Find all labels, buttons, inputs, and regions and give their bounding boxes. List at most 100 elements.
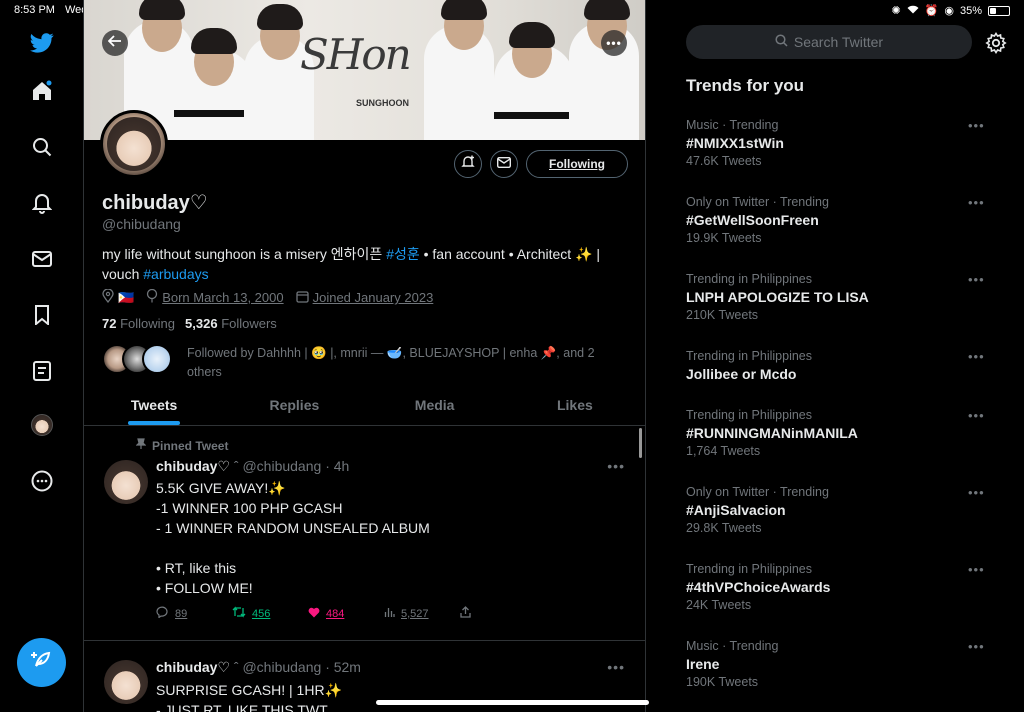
trend-context: Only on Twitter · Trending [686,485,829,499]
bookmark-icon[interactable] [29,302,55,328]
tweet-author-handle[interactable]: @chibudang [242,458,321,474]
reply-button[interactable]: 89 [156,606,232,621]
banner-signature: SHon [300,30,412,79]
trend-context: Trending in Philippines [686,408,813,422]
trend-context: Music · Trending [686,639,779,653]
trend-more-icon[interactable]: ••• [968,118,985,133]
trend-more-icon[interactable]: ••• [968,349,985,364]
profile-avatar[interactable] [100,110,168,178]
followers-count-link[interactable]: 5,326 Followers [185,316,277,331]
bell-plus-icon [461,155,475,174]
trend-item[interactable]: Trending in Philippines LNPH APOLOGIZE TO… [686,272,986,322]
trend-name: #4thVPChoiceAwards [686,579,831,595]
search-input[interactable]: Search Twitter [794,34,883,50]
more-dots-icon: ••• [606,36,622,50]
trend-item[interactable]: Music · Trending #NMIXX1stWin 47.6K Tweets… [686,118,986,168]
hashtag-link[interactable]: #arbudays [143,266,208,282]
trend-context: Trending in Philippines [686,272,813,286]
location-pin-icon [102,288,114,306]
trend-name: #GetWellSoonFreen [686,212,819,228]
back-button[interactable] [102,30,128,56]
heart-icon [308,607,320,621]
tweet-time[interactable]: · 4h [325,458,349,474]
right-sidebar: Search Twitter Trends for you Music · Tr… [646,0,1024,712]
settings-gear-icon[interactable] [985,32,1007,54]
sidebar-nav [0,20,83,712]
trend-more-icon[interactable]: ••• [968,195,985,210]
tweet-header: chibuday♡ ˆ @chibudang · 4h [156,458,349,475]
twitter-logo-icon[interactable] [29,30,55,56]
trend-item[interactable]: Trending in Philippines Jollibee or Mcdo •… [686,349,986,382]
profile-more-button[interactable]: ••• [601,30,627,56]
trend-more-icon[interactable]: ••• [968,272,985,287]
tweet-author-name[interactable]: chibuday♡ [156,659,230,675]
more-options-icon[interactable] [29,468,55,494]
trend-more-icon[interactable]: ••• [968,562,985,577]
retweet-button[interactable]: 456 [232,606,308,621]
location: 🇵🇭 [102,288,135,306]
status-time: 8:53 PM [14,4,55,16]
trend-item[interactable]: Music · Trending Irene 190K Tweets ••• [686,639,986,689]
tweet-author-handle[interactable]: @chibudang [242,659,321,675]
search-icon[interactable] [29,134,55,160]
tweet-avatar[interactable] [104,660,148,704]
tweet-more-icon[interactable]: ••• [607,659,625,675]
trend-item[interactable]: Only on Twitter · Trending #AnjiSalvacion… [686,485,986,535]
notify-button[interactable] [454,150,482,178]
tweet-author-mark: ˆ [233,659,239,675]
home-icon[interactable] [29,78,55,104]
trend-context: Trending in Philippines [686,562,813,576]
location-flag: 🇵🇭 [118,289,135,305]
search-box[interactable]: Search Twitter [686,25,972,59]
retweet-icon [232,606,246,621]
tab-replies[interactable]: Replies [224,390,364,425]
home-indicator[interactable] [376,700,649,705]
followed-by-text[interactable]: Followed by Dahhhh | 🥹 |, mnrii — 🥣, BLU… [187,344,627,382]
hashtag-link[interactable]: #성훈 [386,246,420,262]
trend-count: 210K Tweets [686,308,759,322]
trend-name: #AnjiSalvacion [686,502,786,518]
trend-context: Music · Trending [686,118,779,132]
tweet-divider [84,640,645,641]
mail-icon[interactable] [29,246,55,272]
feather-plus-icon [30,648,54,677]
share-button[interactable] [460,606,536,621]
bell-icon[interactable] [29,190,55,216]
compose-tweet-button[interactable] [17,638,66,687]
views-chart-icon [384,607,395,621]
views-button[interactable]: 5,527 [384,606,460,621]
tweet-author-name[interactable]: chibuday♡ [156,458,230,474]
trend-item[interactable]: Trending in Philippines #4thVPChoiceAward… [686,562,986,612]
followed-by-avatars[interactable] [102,344,172,374]
following-button[interactable]: Following [526,150,628,178]
tab-likes[interactable]: Likes [505,390,645,425]
following-count-link[interactable]: 72 Following [102,316,175,331]
pin-icon [135,438,147,453]
trend-name: Jollibee or Mcdo [686,366,797,382]
tab-media[interactable]: Media [365,390,505,425]
scrollbar[interactable] [639,428,642,458]
calendar-icon [295,290,309,306]
trend-more-icon[interactable]: ••• [968,408,985,423]
balloon-icon [146,288,158,306]
mail-icon [496,155,512,173]
trend-item[interactable]: Trending in Philippines #RUNNINGMANinMANI… [686,408,986,458]
search-icon [775,34,788,50]
trend-count: 190K Tweets [686,675,759,689]
like-button[interactable]: 484 [308,606,384,621]
profile-avatar-icon[interactable] [29,412,55,438]
tweet-author-mark: ˆ [233,458,239,474]
pinned-label: Pinned Tweet [135,438,228,453]
tweet-time[interactable]: · 52m [325,659,361,675]
message-button[interactable] [490,150,518,178]
tweet-more-icon[interactable]: ••• [607,458,625,474]
trend-count: 1,764 Tweets [686,444,761,458]
trend-more-icon[interactable]: ••• [968,485,985,500]
tweet-avatar[interactable] [104,460,148,504]
tweet-text: SURPRISE GCASH! | 1HR✨ - JUST RT, LIKE T… [156,682,342,712]
tab-tweets[interactable]: Tweets [84,390,224,425]
trend-more-icon[interactable]: ••• [968,639,985,654]
trend-item[interactable]: Only on Twitter · Trending #GetWellSoonFr… [686,195,986,245]
lists-icon[interactable] [29,358,55,384]
trend-name: LNPH APOLOGIZE TO LISA [686,289,869,305]
